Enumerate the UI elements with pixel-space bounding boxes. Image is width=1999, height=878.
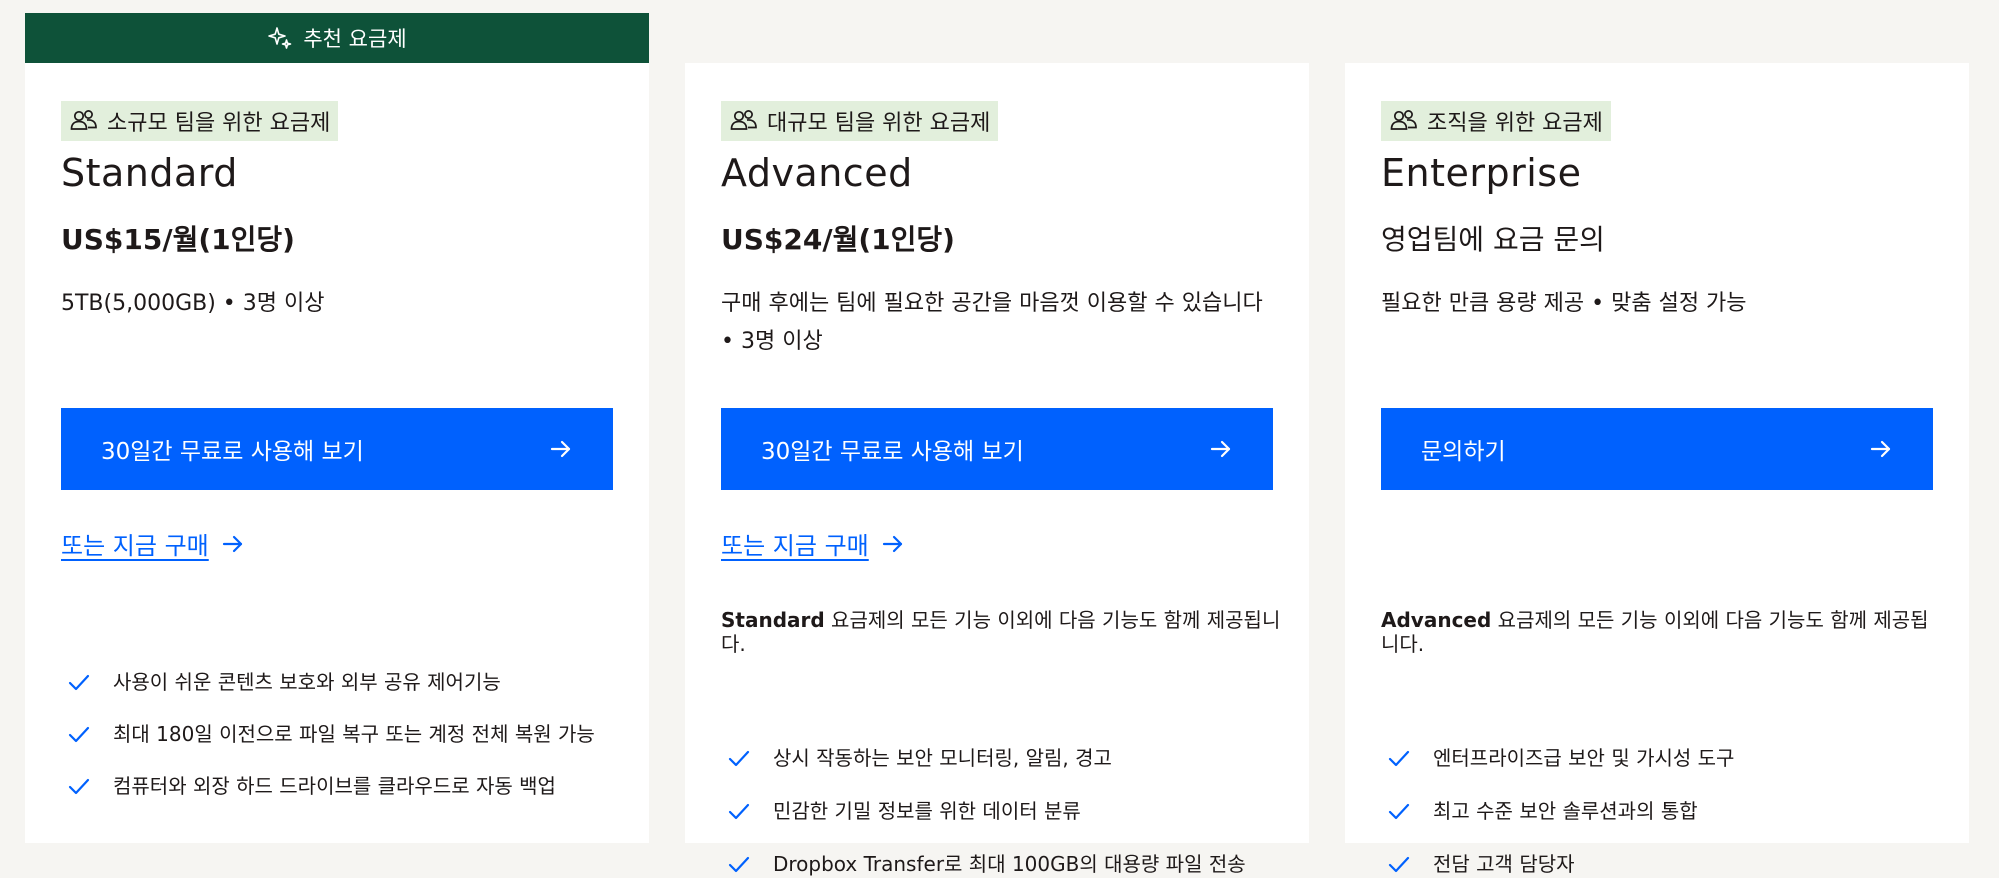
plan-tag: 대규모 팀을 위한 요금제 [721,101,999,141]
checkmark-icon [725,797,753,825]
arrow-right-icon [879,530,907,558]
feature-text: 민감한 기밀 정보를 위한 데이터 분류 [773,799,1081,823]
plan-description: 구매 후에는 팀에 필요한 공간을 마음껏 이용할 수 있습니다 • 3명 이상 [721,291,1263,354]
checkmark-icon [1385,850,1413,878]
feature-item: 최고 수준 보안 솔루션과의 통합 [1381,797,1941,825]
plan-tag-label: 대규모 팀을 위한 요금제 [767,111,991,136]
feature-item: 사용이 쉬운 콘텐츠 보호와 외부 공유 제어기능 [61,668,621,696]
plan-tag-label: 소규모 팀을 위한 요금제 [107,111,331,136]
feature-list: 사용이 쉬운 콘텐츠 보호와 외부 공유 제어기능 최대 180일 이전으로 파… [61,668,621,800]
checkmark-icon [725,744,753,772]
plan-price: US$15/월(1인당) [61,223,295,256]
feature-text: Dropbox Transfer로 최대 100GB의 대용량 파일 전송 [773,852,1246,876]
checkmark-icon [1385,744,1413,772]
people-icon [729,108,759,134]
people-icon [1389,108,1419,134]
plan-card-standard: 소규모 팀을 위한 요금제 Standard US$15/월(1인당) 5TB(… [25,63,649,843]
buy-now-link-label: 또는 지금 구매 [721,532,869,560]
feature-item: 컴퓨터와 외장 하드 드라이브를 클라우드로 자동 백업 [61,772,621,800]
sparkle-icon [267,25,293,51]
plan-name: Standard [61,151,238,195]
feature-text: 사용이 쉬운 콘텐츠 보호와 외부 공유 제어기능 [113,670,501,694]
checkmark-icon [65,772,93,800]
contact-sales-button[interactable]: 문의하기 [1381,408,1933,490]
plan-name: Enterprise [1381,151,1582,195]
arrow-right-icon [1207,435,1235,463]
checkmark-icon [725,850,753,878]
buy-now-link-label: 또는 지금 구매 [61,532,209,560]
plan-tag: 소규모 팀을 위한 요금제 [61,101,339,141]
buy-now-link[interactable]: 또는 지금 구매 [721,526,907,561]
arrow-right-icon [547,435,575,463]
plan-name: Advanced [721,151,913,195]
contact-sales-button-label: 문의하기 [1421,439,1506,465]
features-intro-plan: Standard [721,608,825,632]
feature-text: 엔터프라이즈급 보안 및 가시성 도구 [1433,746,1735,770]
feature-text: 최고 수준 보안 솔루션과의 통합 [1433,799,1698,823]
plan-tag-label: 조직을 위한 요금제 [1427,111,1603,136]
plan-price: US$24/월(1인당) [721,223,955,256]
feature-text: 컴퓨터와 외장 하드 드라이브를 클라우드로 자동 백업 [113,774,556,798]
plan-description: 필요한 만큼 용량 제공 • 맞춤 설정 가능 [1381,291,1747,316]
features-intro: Standard 요금제의 모든 기능 이외에 다음 기능도 함께 제공됩니다. [721,608,1281,656]
free-trial-button-label: 30일간 무료로 사용해 보기 [761,439,1024,465]
plan-description: 5TB(5,000GB) • 3명 이상 [61,291,325,316]
features-intro-plan: Advanced [1381,608,1492,632]
features-intro: Advanced 요금제의 모든 기능 이외에 다음 기능도 함께 제공됩니다. [1381,608,1941,656]
arrow-right-icon [219,530,247,558]
checkmark-icon [65,668,93,696]
feature-item: Dropbox Transfer로 최대 100GB의 대용량 파일 전송 [721,850,1281,878]
feature-item: 민감한 기밀 정보를 위한 데이터 분류 [721,797,1281,825]
feature-item: 상시 작동하는 보안 모니터링, 알림, 경고 [721,744,1281,772]
free-trial-button[interactable]: 30일간 무료로 사용해 보기 [61,408,613,490]
buy-now-link[interactable]: 또는 지금 구매 [61,526,247,561]
feature-text: 최대 180일 이전으로 파일 복구 또는 계정 전체 복원 가능 [113,722,595,746]
recommended-label: 추천 요금제 [303,27,407,51]
checkmark-icon [1385,797,1413,825]
feature-item: 엔터프라이즈급 보안 및 가시성 도구 [1381,744,1941,772]
feature-list: 상시 작동하는 보안 모니터링, 알림, 경고 민감한 기밀 정보를 위한 데이… [721,744,1281,878]
plan-card-advanced: 대규모 팀을 위한 요금제 Advanced US$24/월(1인당) 구매 후… [685,63,1309,876]
plan-tag: 조직을 위한 요금제 [1381,101,1611,141]
arrow-right-icon [1867,435,1895,463]
feature-item: 전담 고객 담당자 [1381,850,1941,878]
free-trial-button[interactable]: 30일간 무료로 사용해 보기 [721,408,1273,490]
feature-text: 상시 작동하는 보안 모니터링, 알림, 경고 [773,746,1112,770]
people-icon [69,108,99,134]
checkmark-icon [65,720,93,748]
plan-card-enterprise: 조직을 위한 요금제 Enterprise 영업팀에 요금 문의 필요한 만큼 … [1345,63,1969,876]
free-trial-button-label: 30일간 무료로 사용해 보기 [101,439,364,465]
recommended-banner: 추천 요금제 [25,13,649,63]
plan-price: 영업팀에 요금 문의 [1381,223,1605,256]
feature-list: 엔터프라이즈급 보안 및 가시성 도구 최고 수준 보안 솔루션과의 통합 전담… [1381,744,1941,878]
feature-item: 최대 180일 이전으로 파일 복구 또는 계정 전체 복원 가능 [61,720,621,748]
feature-text: 전담 고객 담당자 [1433,852,1575,876]
